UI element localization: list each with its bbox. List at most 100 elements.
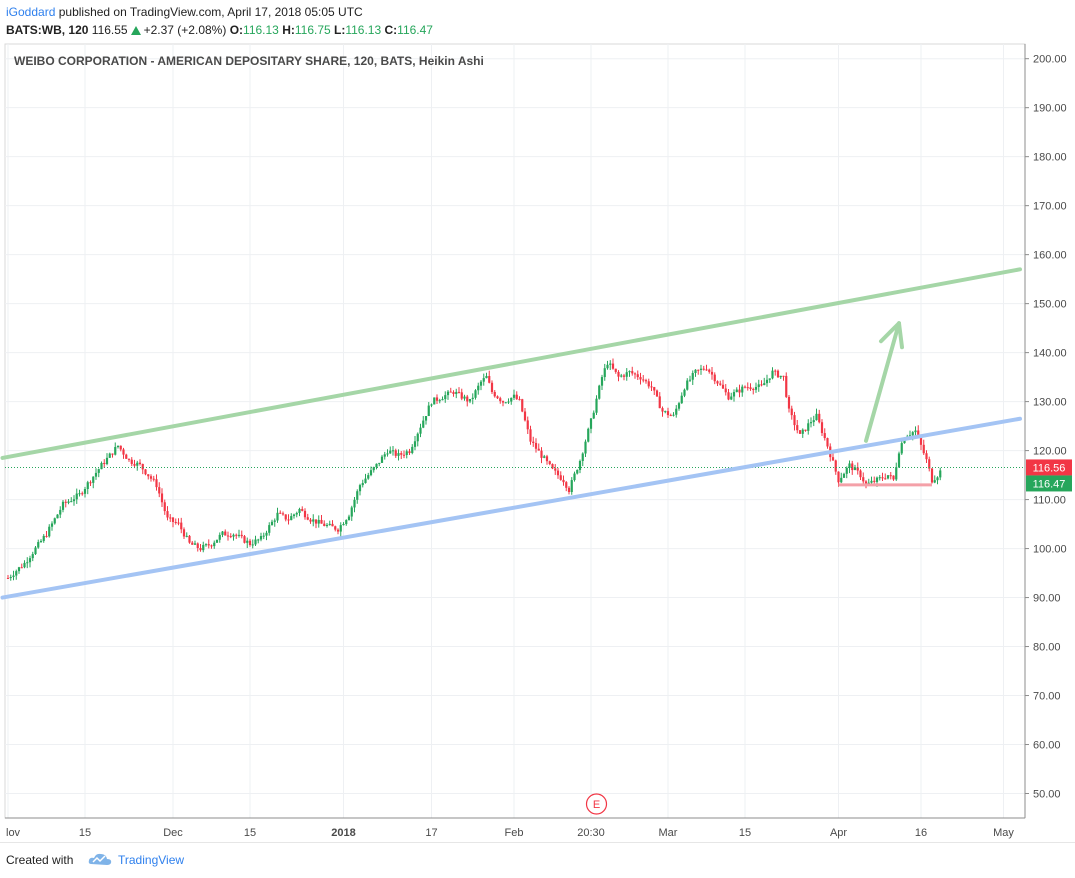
author-link[interactable]: iGoddard bbox=[6, 5, 55, 19]
candle-body bbox=[570, 480, 573, 493]
candle-body bbox=[826, 438, 829, 447]
candle-body bbox=[507, 401, 510, 403]
candle-body bbox=[644, 380, 648, 382]
candle-body bbox=[749, 387, 752, 390]
candle-body bbox=[688, 379, 692, 381]
earnings-marker-label: E bbox=[593, 799, 600, 811]
candle-body bbox=[460, 392, 463, 399]
candle-body bbox=[515, 394, 518, 400]
time-tick-label: 17 bbox=[425, 827, 437, 839]
candle-body bbox=[314, 519, 318, 524]
candle-body bbox=[655, 390, 659, 397]
candle-body bbox=[108, 453, 111, 458]
candle-body bbox=[859, 470, 862, 478]
candle-body bbox=[851, 463, 854, 471]
candle-body bbox=[89, 482, 92, 484]
candle-body bbox=[697, 369, 700, 371]
candle-body bbox=[185, 535, 188, 537]
candle-body bbox=[820, 422, 824, 434]
tradingview-cloud-icon[interactable] bbox=[88, 851, 112, 867]
candle-body bbox=[562, 479, 565, 483]
price-tick-label: 200.00 bbox=[1033, 54, 1067, 66]
earnings-event-marker[interactable]: E bbox=[585, 793, 608, 815]
candle-body bbox=[793, 415, 796, 426]
symbol-info: BATS:WB, 120 116.55 +2.37 (+2.08%) O:116.… bbox=[6, 23, 433, 37]
candle-body bbox=[834, 460, 837, 472]
candle-body bbox=[479, 381, 483, 386]
candle-body bbox=[666, 411, 670, 416]
candle-body bbox=[416, 433, 419, 442]
candle-body bbox=[532, 441, 535, 443]
candle-body bbox=[774, 370, 777, 372]
low-value: 116.13 bbox=[345, 23, 382, 37]
candle-body bbox=[727, 392, 730, 400]
candle-body bbox=[752, 389, 755, 391]
candle-body bbox=[796, 425, 799, 431]
candle-body bbox=[383, 454, 386, 457]
candle-body bbox=[246, 540, 249, 543]
candle-body bbox=[144, 469, 147, 475]
candle-body bbox=[221, 531, 224, 535]
candle-body bbox=[501, 401, 505, 403]
candle-body bbox=[694, 369, 697, 374]
candle-body bbox=[45, 535, 48, 537]
candle-body bbox=[446, 391, 450, 396]
candle-body bbox=[243, 536, 246, 543]
candle-body bbox=[650, 386, 653, 388]
candle-body bbox=[565, 482, 568, 488]
candle-body bbox=[768, 378, 771, 380]
candle-body bbox=[328, 523, 331, 525]
candle-body bbox=[463, 396, 466, 399]
candle-body bbox=[53, 518, 56, 524]
candle-body bbox=[427, 405, 430, 417]
price-axis[interactable]: 200.00 190.00 180.00 170.00 160.00 150.00 140.… bbox=[1025, 54, 1067, 801]
created-with-text: Created with bbox=[6, 853, 74, 867]
candle-body bbox=[556, 470, 560, 476]
candle-body bbox=[193, 543, 197, 545]
candle-body bbox=[526, 420, 529, 430]
candle-body bbox=[171, 517, 175, 522]
candle-body bbox=[133, 463, 136, 466]
candle-body bbox=[196, 543, 199, 548]
candle-body bbox=[746, 387, 749, 389]
candle-body bbox=[452, 392, 455, 394]
candle-body bbox=[886, 475, 890, 479]
time-tick-label: Mar bbox=[659, 827, 678, 839]
candle-body bbox=[364, 478, 367, 484]
candle-body bbox=[444, 395, 447, 400]
candle-body bbox=[207, 544, 210, 546]
candle-body bbox=[312, 519, 315, 522]
candle-body bbox=[92, 476, 95, 483]
time-axis[interactable]: lov 15 Dec 15 2018 17 Feb 20:30 Mar 15 Apr 16 May bbox=[6, 827, 1014, 839]
candle-body bbox=[787, 396, 791, 409]
price-chart[interactable]: 200.00 190.00 180.00 170.00 160.00 150.00 140.… bbox=[0, 42, 1075, 842]
high-label: H: bbox=[282, 23, 295, 37]
candle-body bbox=[405, 451, 408, 455]
candle-body bbox=[721, 384, 725, 389]
candle-body bbox=[675, 408, 678, 415]
candle-body bbox=[254, 539, 257, 545]
time-tick-label: May bbox=[993, 827, 1014, 839]
candle-body bbox=[823, 433, 826, 439]
candle-body bbox=[477, 385, 480, 391]
high-value: 116.75 bbox=[294, 23, 331, 37]
time-tick-label: 20:30 bbox=[577, 827, 605, 839]
low-label: L: bbox=[334, 23, 346, 37]
candle-body bbox=[510, 397, 513, 402]
tradingview-brand-link[interactable]: TradingView bbox=[118, 853, 184, 867]
candle-body bbox=[496, 396, 499, 399]
candle-body bbox=[603, 368, 606, 378]
time-tick-label: 15 bbox=[739, 827, 751, 839]
candle-body bbox=[620, 375, 623, 377]
candle-body bbox=[59, 509, 62, 515]
candle-body bbox=[281, 513, 285, 515]
candle-body bbox=[433, 397, 436, 405]
candle-body bbox=[350, 507, 353, 517]
candle-body bbox=[378, 462, 381, 464]
candle-body bbox=[512, 394, 516, 398]
candle-body bbox=[380, 456, 384, 463]
candle-body bbox=[6, 577, 10, 579]
chart-header: iGoddard published on TradingView.com, A… bbox=[0, 0, 1075, 42]
candle-body bbox=[892, 475, 895, 480]
candle-body bbox=[334, 526, 337, 530]
